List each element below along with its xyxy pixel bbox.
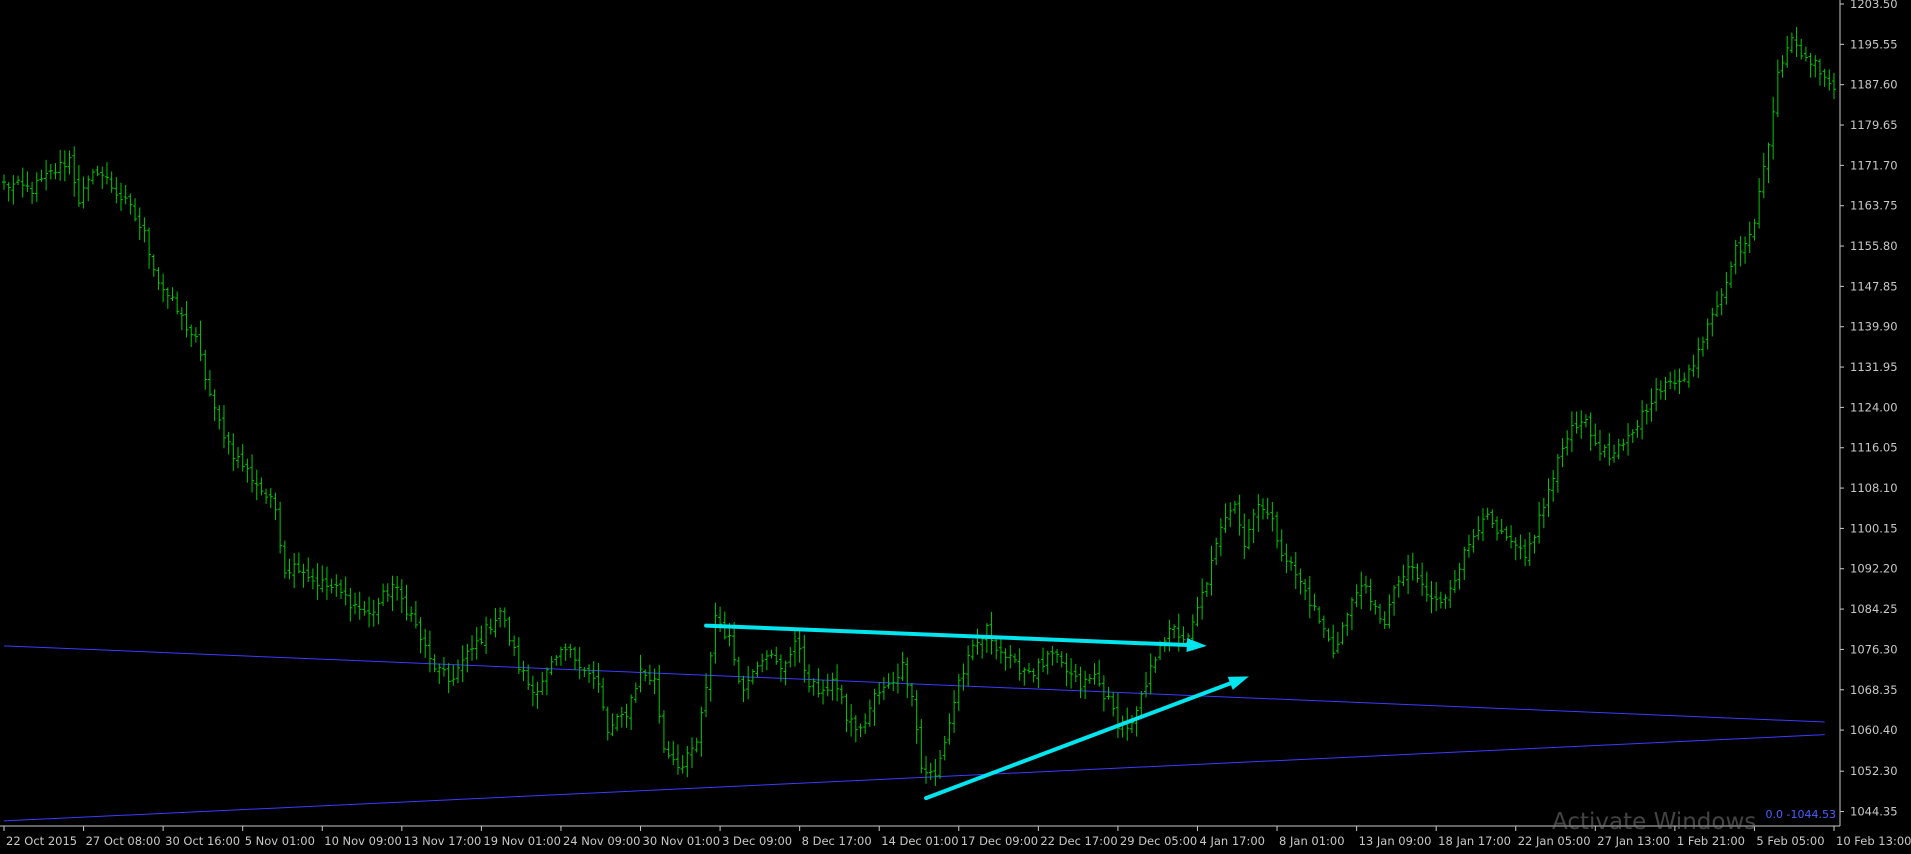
time-tick-label: 18 Jan 17:00 <box>1438 834 1511 848</box>
time-tick-label: 5 Nov 01:00 <box>245 834 315 848</box>
chart-canvas: 1203.50 1195.55 1187.60 1179.65 1171.70 1163.… <box>0 0 1911 850</box>
price-marker-label: 0.0 -1044.53 <box>1766 808 1836 821</box>
activate-windows-watermark: Activate Windows <box>1552 809 1757 835</box>
time-tick-label: 27 Jan 13:00 <box>1597 834 1670 848</box>
time-tick-label: 5 Feb 05:00 <box>1756 834 1824 848</box>
time-tick-label: 29 Dec 05:00 <box>1120 834 1197 848</box>
price-tick-label: 1068.35 <box>1850 683 1898 697</box>
price-tick-label: 1163.75 <box>1850 199 1898 213</box>
time-tick-label: 10 Feb 13:00 <box>1836 834 1911 848</box>
price-tick-label: 1203.50 <box>1850 0 1898 11</box>
price-tick-label: 1171.70 <box>1850 158 1898 172</box>
price-tick-label: 1116.05 <box>1850 441 1898 455</box>
price-tick-label: 1092.20 <box>1850 562 1898 576</box>
price-tick-label: 1179.65 <box>1850 118 1898 132</box>
price-tick-label: 1052.30 <box>1850 764 1898 778</box>
price-tick-label: 1108.10 <box>1850 481 1898 495</box>
time-tick-label: 22 Oct 2015 <box>6 834 77 848</box>
time-tick-label: 17 Dec 09:00 <box>961 834 1038 848</box>
time-tick-label: 14 Dec 01:00 <box>881 834 958 848</box>
price-tick-label: 1155.80 <box>1850 239 1898 253</box>
time-tick-label: 19 Nov 01:00 <box>483 834 561 848</box>
time-tick-label: 30 Nov 01:00 <box>643 834 721 848</box>
time-tick-label: 24 Nov 09:00 <box>563 834 641 848</box>
time-tick-label: 3 Dec 09:00 <box>722 834 792 848</box>
time-tick-label: 22 Dec 17:00 <box>1040 834 1117 848</box>
time-tick-label: 10 Nov 09:00 <box>324 834 402 848</box>
time-tick-label: 27 Oct 08:00 <box>86 834 161 848</box>
time-tick-label: 1 Feb 21:00 <box>1677 834 1745 848</box>
price-tick-label: 1100.15 <box>1850 521 1898 535</box>
time-tick-label: 4 Jan 17:00 <box>1199 834 1265 848</box>
price-tick-label: 1195.55 <box>1850 37 1898 51</box>
time-tick-label: 22 Jan 05:00 <box>1518 834 1591 848</box>
price-tick-label: 1044.35 <box>1850 805 1898 819</box>
price-tick-label: 1084.25 <box>1850 602 1898 616</box>
price-tick-label: 1147.85 <box>1850 279 1898 293</box>
time-tick-label: 30 Oct 16:00 <box>165 834 240 848</box>
price-tick-label: 1076.30 <box>1850 642 1898 656</box>
time-tick-label: 8 Jan 01:00 <box>1279 834 1345 848</box>
price-tick-label: 1131.95 <box>1850 360 1898 374</box>
price-tick-label: 1139.90 <box>1850 320 1898 334</box>
price-chart: 1203.50 1195.55 1187.60 1179.65 1171.70 1163.… <box>0 0 1911 850</box>
time-tick-label: 8 Dec 17:00 <box>802 834 872 848</box>
price-tick-label: 1187.60 <box>1850 78 1898 92</box>
price-tick-label: 1124.00 <box>1850 400 1898 414</box>
time-tick-label: 13 Nov 17:00 <box>404 834 482 848</box>
time-tick-label: 13 Jan 09:00 <box>1359 834 1432 848</box>
price-tick-label: 1060.40 <box>1850 723 1898 737</box>
chart-background <box>0 0 1911 850</box>
